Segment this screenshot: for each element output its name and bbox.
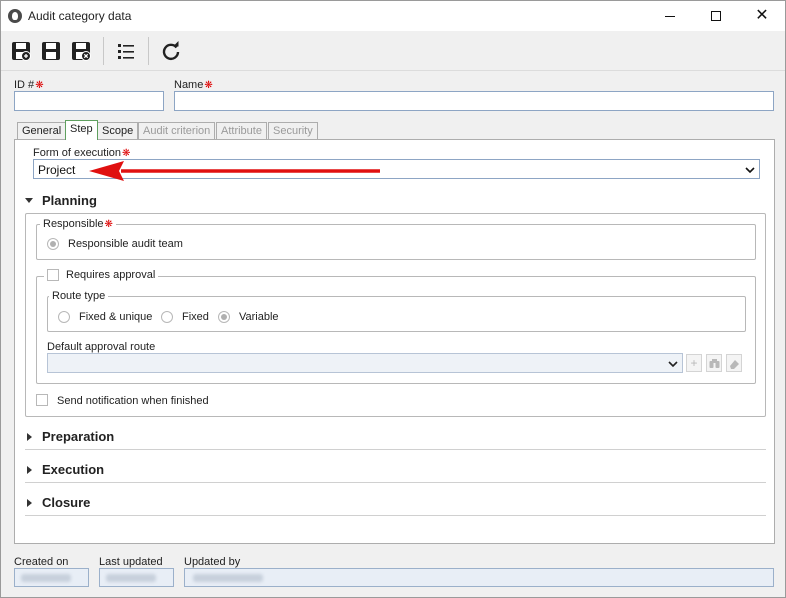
required-icon: ❋ <box>35 80 44 91</box>
collapsed-triangle-icon <box>27 498 32 507</box>
execution-title: Execution <box>42 462 105 477</box>
closure-title: Closure <box>42 495 91 510</box>
responsible-legend-text: Responsible <box>43 218 104 230</box>
refresh-icon <box>162 41 180 61</box>
tab-scope[interactable]: Scope <box>97 122 139 139</box>
form-of-execution-value: Project <box>38 163 76 177</box>
save-button[interactable] <box>38 38 64 64</box>
app-logo-icon <box>8 9 22 23</box>
planning-section-toggle[interactable]: Planning <box>25 193 97 208</box>
search-route-button[interactable] <box>706 354 722 372</box>
section-divider <box>25 449 766 450</box>
tab-general[interactable]: General <box>17 122 67 139</box>
refresh-button[interactable] <box>158 38 184 64</box>
name-label-text: Name <box>174 79 204 91</box>
redacted-value <box>21 574 71 582</box>
updated-by-label: Updated by <box>184 556 241 568</box>
required-icon: ❋ <box>104 218 113 230</box>
section-divider <box>25 515 766 516</box>
form-of-execution-select[interactable]: Project <box>33 159 760 179</box>
execution-section-toggle[interactable]: Execution <box>27 462 104 477</box>
default-approval-route-label: Default approval route <box>47 341 156 353</box>
clear-route-button[interactable] <box>726 354 742 372</box>
window-title: Audit category data <box>28 9 132 23</box>
requires-approval-legend: Requires approval <box>44 269 159 281</box>
title-bar: Audit category data ✕ <box>1 1 785 31</box>
route-fixed-unique-radio[interactable] <box>58 311 70 323</box>
minimize-icon <box>665 15 675 17</box>
required-icon: ❋ <box>122 148 131 159</box>
send-notification-label: Send notification when finished <box>57 395 209 407</box>
tab-step[interactable]: Step <box>65 120 98 140</box>
list-button[interactable] <box>113 38 139 64</box>
tab-audit-criterion[interactable]: Audit criterion <box>138 122 216 139</box>
route-variable-radio[interactable] <box>218 311 230 323</box>
chevron-down-icon <box>668 361 678 368</box>
requires-approval-checkbox[interactable] <box>47 269 59 281</box>
save-new-icon <box>12 42 31 61</box>
name-label: Name❋ <box>174 79 213 91</box>
toolbar-separator <box>148 37 149 65</box>
updated-by-field <box>184 568 774 587</box>
maximize-button[interactable] <box>693 1 739 31</box>
requires-approval-label: Requires approval <box>66 269 156 281</box>
route-variable-label: Variable <box>239 311 279 323</box>
plus-icon: + <box>690 356 698 370</box>
default-approval-route-select[interactable] <box>47 353 683 373</box>
preparation-section-toggle[interactable]: Preparation <box>27 429 114 444</box>
collapsed-triangle-icon <box>27 432 32 441</box>
add-route-button[interactable]: + <box>686 354 702 372</box>
name-input[interactable] <box>174 91 774 111</box>
required-icon: ❋ <box>204 80 213 91</box>
maximize-icon <box>711 11 721 21</box>
toolbar-separator <box>103 37 104 65</box>
preparation-title: Preparation <box>42 429 115 444</box>
redacted-value <box>193 574 263 582</box>
responsible-audit-team-radio[interactable] <box>47 238 59 250</box>
form-of-execution-label-text: Form of execution <box>33 147 122 159</box>
minimize-button[interactable] <box>647 1 693 31</box>
responsible-legend: Responsible ❋ <box>40 218 116 230</box>
form-of-execution-label: Form of execution❋ <box>33 147 130 159</box>
binoculars-icon <box>709 358 719 368</box>
eraser-icon <box>729 359 739 369</box>
expanded-triangle-icon <box>25 198 33 203</box>
route-fixed-unique-label: Fixed & unique <box>79 311 153 323</box>
last-updated-label: Last updated <box>99 556 163 568</box>
id-label-text: ID # <box>14 79 35 91</box>
save-icon <box>42 42 60 60</box>
route-fixed-label: Fixed <box>182 311 209 323</box>
redacted-value <box>106 574 156 582</box>
route-fixed-radio[interactable] <box>161 311 173 323</box>
route-type-legend: Route type <box>49 290 109 302</box>
id-label: ID #❋ <box>14 79 44 91</box>
toolbar <box>1 31 785 71</box>
list-icon <box>118 44 134 59</box>
closure-section-toggle[interactable]: Closure <box>27 495 90 510</box>
send-notification-checkbox[interactable] <box>36 394 48 406</box>
save-close-button[interactable] <box>68 38 94 64</box>
close-button[interactable]: ✕ <box>739 1 785 31</box>
tab-attribute[interactable]: Attribute <box>216 122 267 139</box>
save-new-button[interactable] <box>8 38 34 64</box>
audit-category-window: Audit category data ✕ ID #❋ Name❋ Genera… <box>0 0 786 598</box>
tab-security[interactable]: Security <box>268 122 318 139</box>
responsible-audit-team-label: Responsible audit team <box>68 238 183 250</box>
last-updated-field <box>99 568 174 587</box>
save-close-icon <box>72 42 91 61</box>
chevron-down-icon <box>745 167 755 174</box>
planning-title: Planning <box>42 193 97 208</box>
section-divider <box>25 482 766 483</box>
collapsed-triangle-icon <box>27 465 32 474</box>
created-on-label: Created on <box>14 556 69 568</box>
created-on-field <box>14 568 89 587</box>
close-icon: ✕ <box>755 7 769 24</box>
id-input[interactable] <box>14 91 164 111</box>
